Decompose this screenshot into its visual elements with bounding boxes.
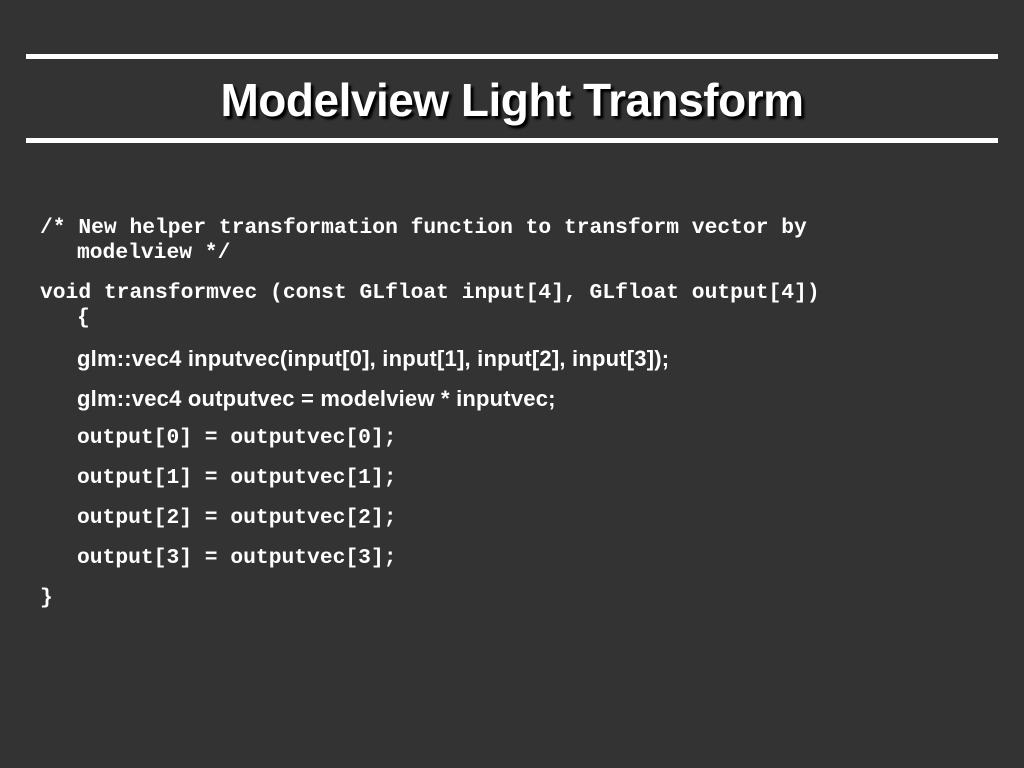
code-close-brace: } [40,586,53,610]
code-output3-line: output[3] = outputvec[3]; [77,546,397,570]
code-comment-line-1: /* New helper transformation function to… [40,216,807,240]
code-inputvec-line: glm::vec4 inputvec(input[0], input[1], i… [77,346,670,371]
slide-title: Modelview Light Transform [220,74,804,126]
code-open-brace: { [77,306,90,330]
code-output0-line: output[0] = outputvec[0]; [77,426,397,450]
code-block: /* New helper transformation function to… [40,216,1000,611]
code-output1-line: output[1] = outputvec[1]; [77,466,397,490]
code-function-signature: void transformvec (const GLfloat input[4… [40,281,820,305]
title-top-rule [26,54,998,59]
title-bottom-rule [26,138,998,143]
code-comment-line-2: modelview */ [77,241,231,265]
code-outputvec-line: glm::vec4 outputvec = modelview * inputv… [77,386,556,411]
code-output2-line: output[2] = outputvec[2]; [77,506,397,530]
